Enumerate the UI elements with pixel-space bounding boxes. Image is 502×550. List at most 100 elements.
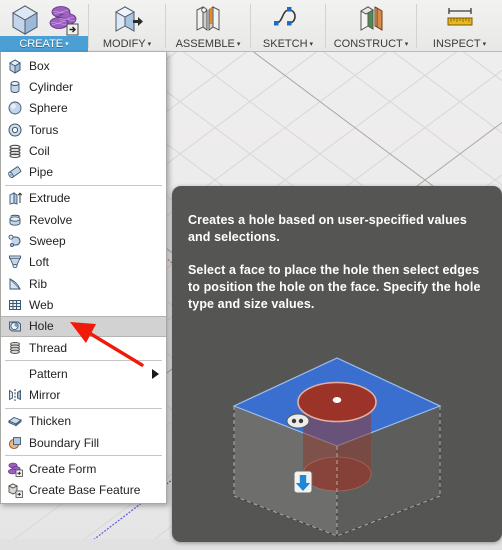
menu-item-label: Coil [29, 143, 50, 158]
joint-icon[interactable] [191, 2, 225, 36]
tab-label-text: ASSEMBLE [175, 38, 235, 50]
menu-item-pattern[interactable]: Pattern [1, 363, 166, 384]
tab-modify[interactable]: MODIFY ▾ [89, 0, 165, 52]
menu-item-label: Sweep [29, 234, 66, 249]
hole-tooltip: Creates a hole based on user-specified v… [172, 186, 502, 542]
menu-separator [5, 184, 162, 186]
menu-item-box[interactable]: Box [1, 55, 166, 76]
menu-item-label: Thicken [29, 414, 72, 429]
hole-feature-cube-illustration [232, 357, 442, 537]
menu-item-label: Cylinder [29, 79, 74, 94]
menu-item-revolve[interactable]: Revolve [1, 209, 166, 230]
menu-item-label: Pattern [29, 366, 68, 381]
tab-construct-label[interactable]: CONSTRUCT ▾ [326, 36, 416, 52]
chevron-right-icon[interactable] [152, 368, 159, 379]
create-icons [8, 0, 80, 36]
tooltip-body: Creates a hole based on user-specified v… [172, 186, 502, 313]
mirror-icon [6, 387, 23, 404]
web-icon [6, 296, 23, 313]
create-form-icon [6, 460, 23, 477]
menu-separator [5, 455, 162, 457]
menu-item-create-base-feature[interactable]: Create Base Feature [1, 480, 166, 501]
tab-assemble[interactable]: ASSEMBLE ▾ [166, 0, 250, 52]
coil-icon [6, 142, 23, 159]
modify-icons [110, 0, 144, 36]
construct-icons [354, 0, 388, 36]
depth-arrow-handle [293, 470, 313, 494]
spline-icon[interactable] [271, 2, 305, 36]
menu-item-label: Revolve [29, 212, 73, 227]
menu-item-label: Create Base Feature [29, 483, 141, 498]
create-form-icon[interactable] [46, 2, 80, 36]
chevron-down-icon[interactable]: ▾ [483, 41, 487, 48]
menu-item-label: Hole [29, 319, 54, 334]
cylinder-icon [6, 78, 23, 95]
pipe-icon [6, 164, 23, 181]
plane-icon[interactable] [354, 2, 388, 36]
menu-item-label: Create Form [29, 461, 97, 476]
menu-item-cylinder[interactable]: Cylinder [1, 76, 166, 97]
menu-item-label: Sphere [29, 101, 68, 116]
point-marker-badge [286, 413, 310, 429]
measure-icon[interactable] [443, 2, 477, 36]
menu-item-create-form[interactable]: Create Form [1, 458, 166, 479]
thicken-icon [6, 413, 23, 430]
assemble-icons [191, 0, 225, 36]
create-dropdown-menu[interactable]: Box Cylinder Sphere Torus Coil Pipe Extr… [0, 52, 167, 504]
menu-item-label: Rib [29, 276, 48, 291]
menu-item-thicken[interactable]: Thicken [1, 411, 166, 432]
menu-item-web[interactable]: Web [1, 294, 166, 315]
tab-create-label[interactable]: CREATE ▾ [0, 36, 88, 52]
tab-inspect[interactable]: INSPECT ▾ [417, 0, 502, 52]
chevron-down-icon[interactable]: ▾ [65, 41, 69, 48]
tab-construct[interactable]: CONSTRUCT ▾ [326, 0, 416, 52]
tab-assemble-label[interactable]: ASSEMBLE ▾ [166, 36, 250, 52]
menu-separator [5, 407, 162, 409]
menu-item-coil[interactable]: Coil [1, 140, 166, 161]
menu-item-sphere[interactable]: Sphere [1, 98, 166, 119]
menu-item-label: Box [29, 58, 50, 73]
tab-sketch[interactable]: SKETCH ▾ [251, 0, 325, 52]
tab-inspect-label[interactable]: INSPECT ▾ [417, 36, 502, 52]
sweep-icon [6, 233, 23, 250]
menu-item-boundary-fill[interactable]: Boundary Fill [1, 432, 166, 453]
ribbon-toolbar: CREATE ▾ MODIFY ▾ ASSEMBLE ▾ SKETCH ▾ CO… [0, 0, 502, 52]
menu-item-loft[interactable]: Loft [1, 252, 166, 273]
press-pull-icon[interactable] [110, 2, 144, 36]
menu-separator [5, 360, 162, 362]
inspect-icons [443, 0, 477, 36]
fusion360-window: CREATE ▾ MODIFY ▾ ASSEMBLE ▾ SKETCH ▾ CO… [0, 0, 502, 550]
menu-item-label: Thread [29, 340, 68, 355]
chevron-down-icon[interactable]: ▾ [405, 41, 409, 48]
menu-item-pipe[interactable]: Pipe [1, 161, 166, 182]
menu-item-rib[interactable]: Rib [1, 273, 166, 294]
box-icon[interactable] [8, 2, 42, 36]
menu-item-label: Extrude [29, 191, 71, 206]
chevron-down-icon[interactable]: ▾ [310, 41, 314, 48]
tab-label-text: CONSTRUCT [333, 38, 403, 50]
rib-icon [6, 275, 23, 292]
menu-item-thread[interactable]: Thread [1, 337, 166, 358]
menu-item-mirror[interactable]: Mirror [1, 384, 166, 405]
menu-item-hole[interactable]: Hole [1, 315, 166, 337]
loft-icon [6, 254, 23, 271]
tab-label-text: MODIFY [102, 38, 146, 50]
menu-item-extrude[interactable]: Extrude [1, 188, 166, 209]
tooltip-paragraph-1: Creates a hole based on user-specified v… [188, 213, 467, 244]
tab-sketch-label[interactable]: SKETCH ▾ [251, 36, 325, 52]
create-base-feature-icon [6, 482, 23, 499]
menu-item-label: Web [29, 297, 54, 312]
tab-create[interactable]: CREATE ▾ [0, 0, 88, 52]
chevron-down-icon[interactable]: ▾ [237, 41, 241, 48]
menu-item-label: Mirror [29, 388, 61, 403]
chevron-down-icon[interactable]: ▾ [148, 41, 152, 48]
box-icon [6, 57, 23, 74]
sphere-icon [6, 100, 23, 117]
tab-label-text: SKETCH [262, 38, 308, 50]
menu-item-torus[interactable]: Torus [1, 119, 166, 140]
tab-modify-label[interactable]: MODIFY ▾ [89, 36, 165, 52]
menu-item-sweep[interactable]: Sweep [1, 230, 166, 251]
tab-label-text: INSPECT [432, 38, 481, 50]
tooltip-paragraph-2: Select a face to place the hole then sel… [188, 263, 481, 311]
extrude-icon [6, 190, 23, 207]
